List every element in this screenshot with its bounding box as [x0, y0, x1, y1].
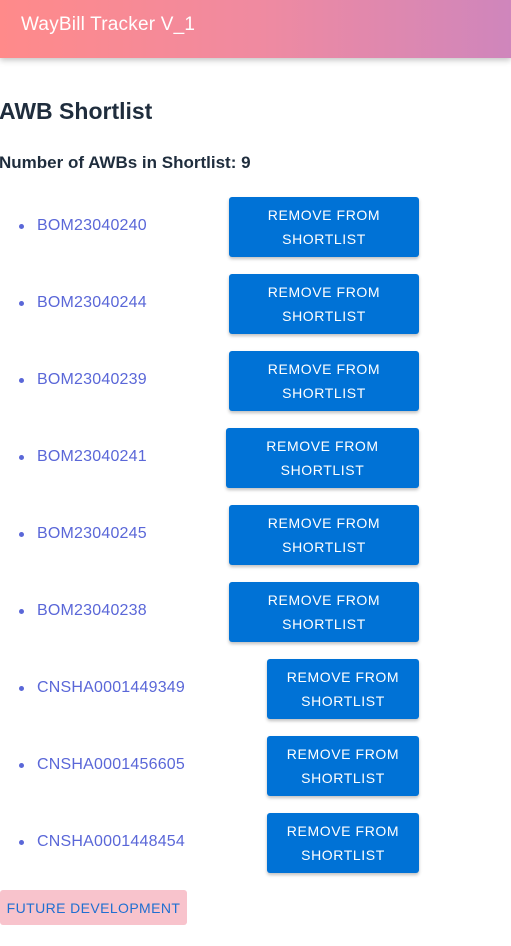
list-item: CNSHA0001449349 REMOVE FROM SHORTLIST — [0, 658, 511, 735]
button-label: REMOVE FROM — [286, 669, 400, 685]
bullet-icon — [19, 301, 24, 306]
button-label: SHORTLIST — [282, 231, 366, 247]
button-label: REMOVE FROM — [267, 592, 381, 608]
button-label: SHORTLIST — [301, 693, 385, 709]
button-label: SHORTLIST — [282, 385, 366, 401]
remove-from-shortlist-button[interactable]: REMOVE FROM SHORTLIST — [229, 505, 419, 565]
awb-link[interactable]: CNSHA0001448454 — [37, 833, 185, 851]
awb-link[interactable]: BOM23040240 — [37, 217, 147, 235]
list-item: BOM23040244 REMOVE FROM SHORTLIST — [0, 273, 511, 350]
app-bar: WayBill Tracker V_1 — [0, 0, 511, 58]
button-label: SHORTLIST — [301, 770, 385, 786]
awb-shortlist: BOM23040240 REMOVE FROM SHORTLIST BOM230… — [0, 196, 511, 889]
button-label: REMOVE FROM — [267, 284, 381, 300]
remove-from-shortlist-button[interactable]: REMOVE FROM SHORTLIST — [267, 659, 419, 719]
bullet-icon — [19, 224, 24, 229]
remove-from-shortlist-button[interactable]: REMOVE FROM SHORTLIST — [267, 813, 419, 873]
button-label: SHORTLIST — [301, 847, 385, 863]
list-item: BOM23040239 REMOVE FROM SHORTLIST — [0, 350, 511, 427]
remove-from-shortlist-button[interactable]: REMOVE FROM SHORTLIST — [229, 582, 419, 642]
app-title: WayBill Tracker V_1 — [21, 14, 196, 35]
awb-link[interactable]: CNSHA0001456605 — [37, 756, 185, 774]
bullet-icon — [19, 532, 24, 537]
awb-link[interactable]: BOM23040244 — [37, 294, 147, 312]
remove-from-shortlist-button[interactable]: REMOVE FROM SHORTLIST — [226, 428, 419, 488]
bullet-icon — [19, 840, 24, 845]
bullet-icon — [19, 609, 24, 614]
button-label: SHORTLIST — [282, 616, 366, 632]
awb-link[interactable]: BOM23040239 — [37, 371, 147, 389]
awb-link[interactable]: BOM23040245 — [37, 525, 147, 543]
button-label: SHORTLIST — [280, 462, 365, 478]
button-label: REMOVE FROM — [286, 746, 400, 762]
button-label: REMOVE FROM — [267, 515, 381, 531]
button-label: REMOVE FROM — [266, 438, 379, 454]
awb-link[interactable]: BOM23040238 — [37, 602, 147, 620]
awb-link[interactable]: CNSHA0001449349 — [37, 679, 185, 697]
remove-from-shortlist-button[interactable]: REMOVE FROM SHORTLIST — [229, 351, 419, 411]
bullet-icon — [19, 455, 24, 460]
button-label: SHORTLIST — [282, 308, 366, 324]
bullet-icon — [19, 686, 24, 691]
bullet-icon — [19, 378, 24, 383]
list-item: BOM23040241 REMOVE FROM SHORTLIST — [0, 427, 511, 504]
button-label: REMOVE FROM — [267, 207, 381, 223]
shortlist-count: Number of AWBs in Shortlist: 9 — [0, 153, 251, 172]
button-label: SHORTLIST — [282, 539, 366, 555]
list-item: BOM23040240 REMOVE FROM SHORTLIST — [0, 196, 511, 273]
list-item: BOM23040238 REMOVE FROM SHORTLIST — [0, 581, 511, 658]
list-item: BOM23040245 REMOVE FROM SHORTLIST — [0, 504, 511, 581]
list-item: CNSHA0001448454 REMOVE FROM SHORTLIST — [0, 812, 511, 889]
page-title: AWB Shortlist — [0, 98, 153, 124]
remove-from-shortlist-button[interactable]: REMOVE FROM SHORTLIST — [267, 736, 419, 796]
bullet-icon — [19, 763, 24, 768]
remove-from-shortlist-button[interactable]: REMOVE FROM SHORTLIST — [229, 197, 419, 257]
future-development-button[interactable]: FUTURE DEVELOPMENT — [0, 890, 187, 925]
button-label: REMOVE FROM — [286, 823, 400, 839]
list-item: CNSHA0001456605 REMOVE FROM SHORTLIST — [0, 735, 511, 812]
button-label: REMOVE FROM — [267, 361, 381, 377]
awb-link[interactable]: BOM23040241 — [37, 448, 147, 466]
remove-from-shortlist-button[interactable]: REMOVE FROM SHORTLIST — [229, 274, 419, 334]
